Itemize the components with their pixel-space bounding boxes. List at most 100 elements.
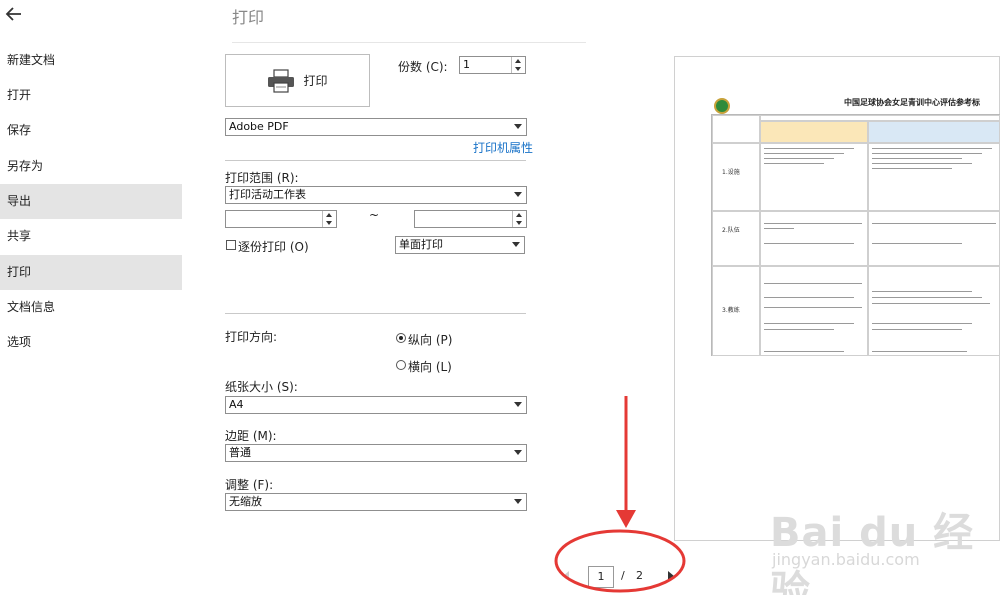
sidebar-item-new[interactable]: 新建文档 <box>0 43 182 78</box>
print-button-label: 打印 <box>303 74 328 88</box>
sides-select[interactable]: 单面打印 <box>395 236 525 254</box>
preview-row-label: 3.教练 <box>722 307 740 314</box>
chevron-up-icon[interactable] <box>326 213 332 217</box>
arrow-left-icon[interactable] <box>4 4 24 24</box>
printer-icon <box>268 68 295 93</box>
sidebar-item-export[interactable]: 导出 <box>0 184 182 219</box>
chevron-down-icon[interactable] <box>326 221 332 225</box>
chevron-down-icon[interactable] <box>516 221 522 225</box>
preview-cell <box>868 121 1000 143</box>
preview-text-line <box>872 243 962 244</box>
preview-text-line <box>764 297 854 298</box>
range-to-spin[interactable] <box>512 211 526 227</box>
chevron-down-icon <box>514 192 522 197</box>
portrait-label: 纵向 (P) <box>408 333 453 347</box>
previous-page-icon[interactable] <box>563 571 569 581</box>
sidebar: 新建文档 打开 保存 另存为 导出 共享 打印 文档信息 选项 <box>0 0 182 595</box>
preview-text-line <box>764 148 854 149</box>
watermark-url: jingyan.baidu.com <box>772 550 920 569</box>
preview-text-line <box>764 158 834 159</box>
sidebar-item-open[interactable]: 打开 <box>0 78 182 113</box>
copies-spin-buttons[interactable] <box>511 57 525 73</box>
preview-text-line <box>872 297 982 298</box>
preview-text-line <box>764 307 862 308</box>
portrait-radio[interactable] <box>396 333 406 343</box>
chevron-down-icon[interactable] <box>515 67 521 71</box>
preview-cell <box>712 115 760 143</box>
chevron-down-icon <box>512 242 520 247</box>
baidu-jingyan-watermark: Bai du 经验 jingyan.baidu.com <box>770 500 1000 595</box>
page-separator: / <box>621 569 625 582</box>
page-title: 打印 <box>232 8 265 27</box>
landscape-radio[interactable] <box>396 360 406 370</box>
chevron-down-icon <box>514 450 522 455</box>
preview-text-line <box>764 163 824 164</box>
sidebar-item-doc-info[interactable]: 文档信息 <box>0 290 182 325</box>
title-divider <box>232 42 586 43</box>
preview-text-line <box>872 291 972 292</box>
copies-label: 份数 (C): <box>398 60 448 74</box>
collate-checkbox[interactable] <box>226 240 236 250</box>
preview-cell <box>712 211 760 266</box>
sides-value: 单面打印 <box>399 238 443 251</box>
collate-label: 逐份打印 (O) <box>238 240 309 254</box>
sidebar-item-save-as[interactable]: 另存为 <box>0 149 182 184</box>
preview-cell <box>868 211 1000 266</box>
sidebar-item-print[interactable]: 打印 <box>0 255 182 290</box>
preview-text-line <box>872 168 952 169</box>
scaling-select[interactable]: 无缩放 <box>225 493 527 511</box>
copies-stepper[interactable]: 1 <box>459 56 526 74</box>
print-range-value: 打印活动工作表 <box>229 188 306 201</box>
preview-text-line <box>872 303 990 304</box>
print-range-label: 打印范围 (R): <box>225 171 299 185</box>
print-range-select[interactable]: 打印活动工作表 <box>225 186 527 204</box>
range-from-stepper[interactable] <box>225 210 337 228</box>
orientation-label: 打印方向: <box>225 330 278 344</box>
sidebar-item-share[interactable]: 共享 <box>0 219 182 254</box>
chevron-down-icon <box>514 124 522 129</box>
preview-cell <box>868 266 1000 356</box>
paper-size-select[interactable]: A4 <box>225 396 527 414</box>
preview-text-line <box>764 323 854 324</box>
preview-text-line <box>872 153 982 154</box>
preview-text-line <box>872 223 996 224</box>
paper-size-label: 纸张大小 (S): <box>225 380 298 394</box>
sidebar-item-options[interactable]: 选项 <box>0 325 182 360</box>
preview-table: 1.设施 2.队伍 3.教练 <box>711 114 1000 356</box>
preview-text-line <box>872 323 972 324</box>
preview-cell <box>760 121 868 143</box>
divider <box>225 160 526 161</box>
range-separator: ~ <box>369 208 380 222</box>
preview-row-label: 2.队伍 <box>722 227 740 234</box>
range-to-stepper[interactable] <box>414 210 527 228</box>
landscape-label: 横向 (L) <box>408 360 452 374</box>
preview-text-line <box>764 223 862 224</box>
preview-text-line <box>872 329 962 330</box>
chevron-up-icon[interactable] <box>516 213 522 217</box>
chevron-up-icon[interactable] <box>515 59 521 63</box>
preview-text-line <box>764 283 862 284</box>
preview-text-line <box>764 153 844 154</box>
margins-select[interactable]: 普通 <box>225 444 527 462</box>
preview-text-line <box>872 148 992 149</box>
print-button[interactable]: 打印 <box>225 54 370 107</box>
scaling-label: 调整 (F): <box>225 478 274 492</box>
preview-row-label: 1.设施 <box>722 169 740 176</box>
printer-properties-link[interactable]: 打印机属性 <box>473 139 533 156</box>
margins-label: 边距 (M): <box>225 429 277 443</box>
next-page-icon[interactable] <box>668 571 674 581</box>
printer-select-value: Adobe PDF <box>229 120 289 133</box>
margins-value: 普通 <box>229 446 251 459</box>
preview-text-line <box>872 158 962 159</box>
page-number-input[interactable]: 1 <box>588 566 614 588</box>
annotation-ellipse <box>554 529 686 593</box>
watermark-brand: Bai du 经验 <box>770 510 975 595</box>
range-from-spin[interactable] <box>322 211 336 227</box>
printer-select[interactable]: Adobe PDF <box>225 118 527 136</box>
preview-cell <box>760 266 868 356</box>
copies-value: 1 <box>463 58 470 71</box>
preview-text-line <box>764 228 794 229</box>
preview-cell <box>760 211 868 266</box>
football-association-logo <box>714 98 730 114</box>
sidebar-item-save[interactable]: 保存 <box>0 113 182 148</box>
